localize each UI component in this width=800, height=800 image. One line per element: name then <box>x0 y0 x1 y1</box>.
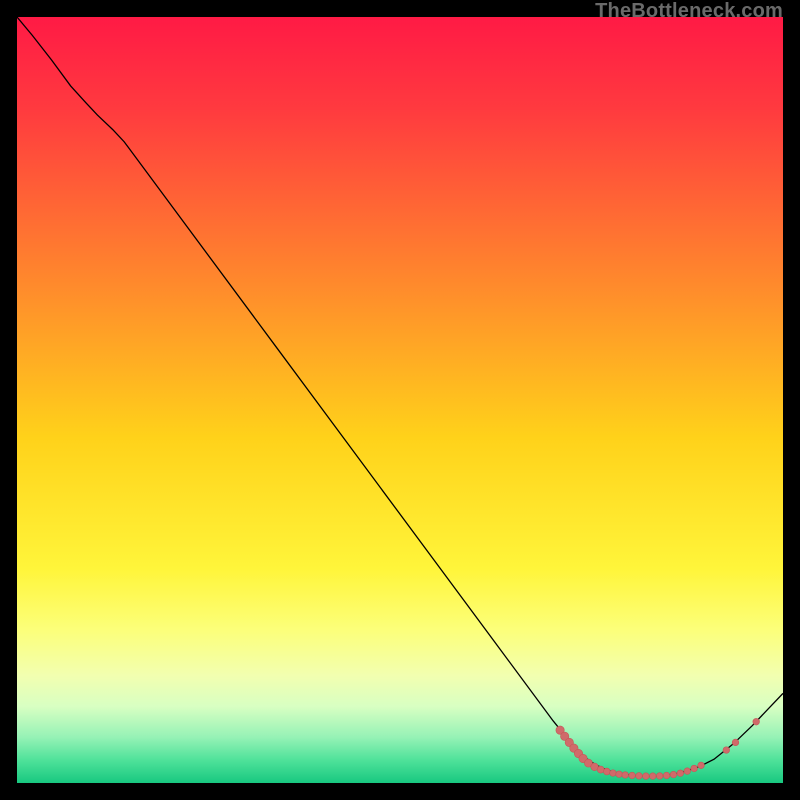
gradient-background <box>17 17 783 783</box>
marker-dot <box>643 773 650 780</box>
marker-dot <box>616 771 623 778</box>
marker-dot <box>636 773 643 780</box>
marker-dot <box>670 771 677 778</box>
marker-dot <box>629 772 636 779</box>
marker-dot <box>622 772 629 779</box>
marker-dot <box>677 770 684 777</box>
plot-area <box>17 17 783 783</box>
marker-dot <box>656 773 663 780</box>
marker-dot <box>649 773 656 780</box>
marker-dot <box>603 768 610 775</box>
marker-dot <box>610 770 617 777</box>
marker-dot <box>684 768 691 775</box>
marker-dot <box>698 762 705 769</box>
marker-dot <box>597 766 604 773</box>
marker-dot <box>753 718 760 725</box>
marker-dot <box>723 747 730 754</box>
marker-dot <box>663 772 670 779</box>
marker-dot <box>732 739 739 746</box>
chart-container: { "watermark": "TheBottleneck.com", "cha… <box>0 0 800 800</box>
marker-dot <box>691 765 698 772</box>
